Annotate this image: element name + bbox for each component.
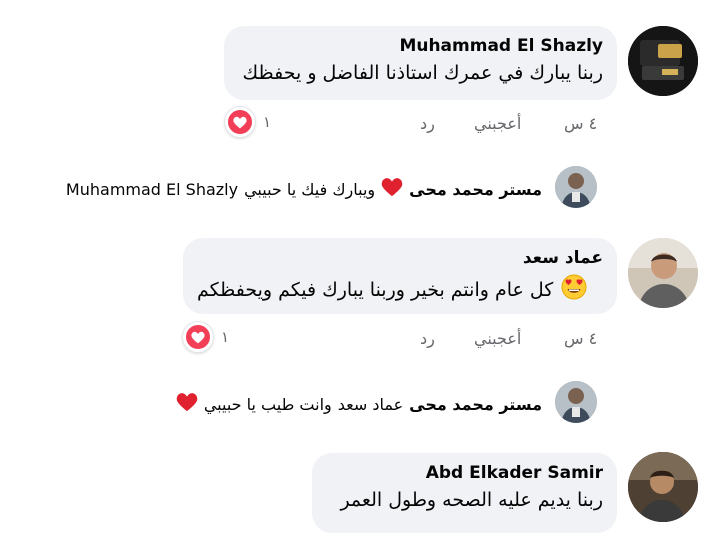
red-heart-emoji-icon — [176, 392, 198, 416]
reply-line: مستر محمد محى ويبارك فيك يا حبيبي Muhamm… — [66, 177, 542, 201]
comment-actions: ٤ س أعجبني رد — [400, 114, 600, 136]
comment-author[interactable]: Muhammad El Shazly — [238, 36, 603, 56]
red-heart-emoji-icon — [381, 177, 403, 201]
reaction-summary[interactable]: ١ — [225, 107, 271, 137]
comment-author[interactable]: عماد سعد — [197, 248, 603, 268]
comment-bubble: عماد سعد كل عام وانتم بخير وربنا يبارك ف… — [183, 238, 617, 314]
comment-time[interactable]: ٤ س — [564, 329, 597, 348]
heart-reaction-icon — [183, 322, 213, 352]
reply-author[interactable]: مستر محمد محى — [409, 180, 542, 199]
comment-text: ربنا يديم عليه الصحه وطول العمر — [340, 489, 603, 511]
comment-time[interactable]: ٤ س — [564, 114, 597, 133]
reply-author[interactable]: مستر محمد محى — [409, 395, 542, 414]
avatar-reply-author[interactable] — [555, 381, 597, 423]
reply-button[interactable]: رد — [420, 114, 435, 133]
reply-line: مستر محمد محى عماد سعد وانت طيب يا حبيبي — [176, 392, 542, 416]
comment-author[interactable]: Abd Elkader Samir — [326, 463, 603, 483]
avatar-muhammad-el-shazly[interactable] — [628, 26, 698, 96]
reply-text: ويبارك فيك يا حبيبي — [244, 179, 376, 199]
reaction-count: ١ — [221, 328, 230, 346]
reply-mention[interactable]: Muhammad El Shazly — [66, 180, 238, 199]
heart-reaction-icon — [225, 107, 255, 137]
comment-text: ربنا يبارك في عمرك استاذنا الفاضل و يحفظ… — [242, 62, 603, 84]
reply-mention[interactable]: عماد سعد — [338, 395, 403, 414]
reply-button[interactable]: رد — [420, 329, 435, 348]
avatar-emad-saad[interactable] — [628, 238, 698, 308]
reply-text: وانت طيب يا حبيبي — [203, 394, 332, 414]
reaction-count: ١ — [263, 113, 272, 131]
comment-text: كل عام وانتم بخير وربنا يبارك فيكم ويحفظ… — [197, 274, 603, 305]
heart-eyes-emoji-icon — [561, 274, 587, 305]
comment-bubble: Muhammad El Shazly ربنا يبارك في عمرك اس… — [224, 26, 617, 100]
avatar-abd-elkader-samir[interactable] — [628, 452, 698, 522]
reaction-summary[interactable]: ١ — [183, 322, 229, 352]
comment-bubble: Abd Elkader Samir ربنا يديم عليه الصحه و… — [312, 453, 617, 533]
like-button[interactable]: أعجبني — [474, 329, 521, 348]
comment-actions: ٤ س أعجبني رد — [400, 329, 600, 351]
avatar-reply-author[interactable] — [555, 166, 597, 208]
comment-text-content: كل عام وانتم بخير وربنا يبارك فيكم ويحفظ… — [197, 278, 554, 301]
like-button[interactable]: أعجبني — [474, 114, 521, 133]
